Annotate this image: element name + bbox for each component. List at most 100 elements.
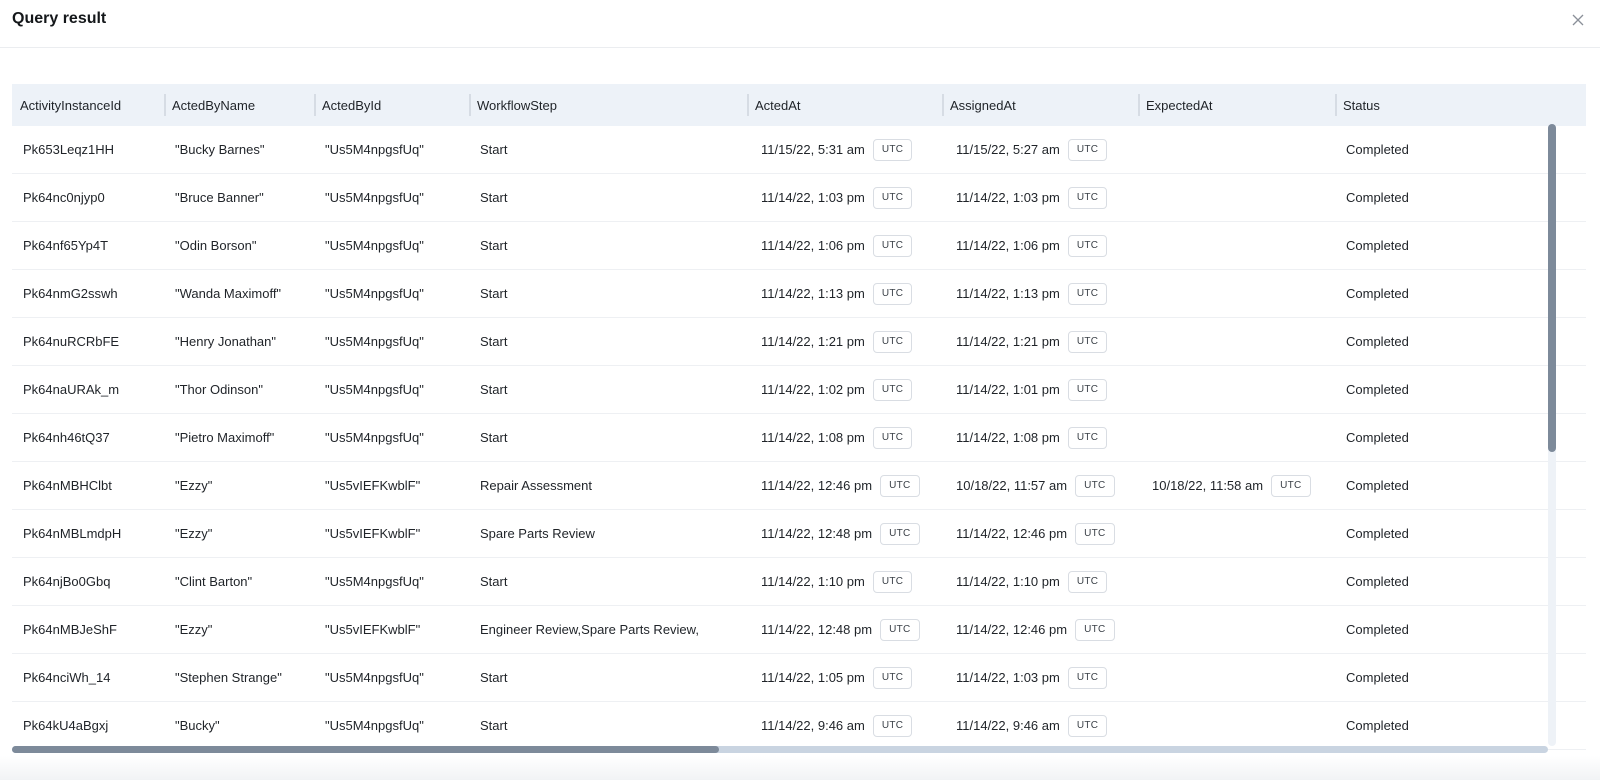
timezone-badge: UTC — [872, 570, 913, 593]
cell-assigned-at: 11/14/22, 1:08 pm UTC — [942, 414, 1138, 461]
horizontal-scrollbar[interactable] — [12, 746, 1548, 753]
table-row[interactable]: Pk64nciWh_14 "Stephen Strange" "Us5M4npgsf… — [12, 654, 1586, 702]
date-value: 10/18/22, 11:58 am — [1152, 478, 1264, 493]
table-row[interactable]: Pk64nMBHClbt "Ezzy" "Us5vIEFKwblF" Repair A… — [12, 462, 1586, 510]
timezone-badge: UTC — [880, 522, 920, 545]
cell-acted-at: 11/14/22, 12:46 pm UTC — [747, 462, 942, 509]
cell-expected-at — [1138, 174, 1335, 221]
column-header-workflowstep[interactable]: WorkflowStep — [469, 84, 747, 126]
cell-acted-by-name: "Ezzy" — [175, 622, 213, 637]
date-value: 11/14/22, 9:46 am — [761, 718, 865, 733]
cell-activity-instance-id: Pk64nciWh_14 — [23, 670, 111, 685]
cell-acted-by-name: "Stephen Strange" — [175, 670, 282, 685]
date-value: 11/14/22, 12:46 pm — [956, 526, 1068, 541]
timezone-badge: UTC — [1067, 714, 1108, 737]
cell-expected-at — [1138, 318, 1335, 365]
cell-acted-by-id: "Us5M4npgsfUq" — [325, 574, 424, 589]
timezone-badge: UTC — [1067, 666, 1108, 689]
cell-activity-instance-id: Pk64nuRCRbFE — [23, 334, 120, 349]
cell-assigned-at: 11/14/22, 1:06 pm UTC — [942, 222, 1138, 269]
column-header-expectedat[interactable]: ExpectedAt — [1138, 84, 1335, 126]
table-row[interactable]: Pk653Leqz1HH "Bucky Barnes" "Us5M4npgsfUq"… — [12, 126, 1586, 174]
cell-acted-by-name: "Bruce Banner" — [175, 190, 264, 205]
table-row[interactable]: Pk64naURAk_m "Thor Odinson" "Us5M4npgsfUq"… — [12, 366, 1586, 414]
table-row[interactable]: Pk64njBo0Gbq "Clint Barton" "Us5M4npgsfUq"… — [12, 558, 1586, 606]
date-value: 10/18/22, 11:57 am — [956, 478, 1068, 493]
table-header: ActivityInstanceId ActedByName ActedById… — [12, 84, 1586, 126]
table-row[interactable]: Pk64nc0njyp0 "Bruce Banner" "Us5M4npgsfUq"… — [12, 174, 1586, 222]
cell-acted-by-id: "Us5M4npgsfUq" — [325, 142, 424, 157]
cell-expected-at — [1138, 702, 1335, 749]
vertical-scrollbar-thumb[interactable] — [1548, 124, 1556, 452]
cell-acted-by-name: "Bucky Barnes" — [175, 142, 265, 157]
cell-acted-by-id: "Us5vIEFKwblF" — [325, 622, 421, 637]
timezone-badge: UTC — [1271, 474, 1311, 497]
cell-acted-by-name: "Wanda Maximoff" — [175, 286, 282, 301]
cell-assigned-at: 11/14/22, 1:21 pm UTC — [942, 318, 1138, 365]
cell-activity-instance-id: Pk64njBo0Gbq — [23, 574, 111, 589]
date-value: 11/14/22, 12:46 pm — [956, 622, 1068, 637]
cell-workflow-step: Spare Parts Review — [480, 526, 595, 541]
footer-shade — [0, 756, 1600, 780]
cell-workflow-step: Start — [480, 670, 508, 685]
modal-title: Query result — [12, 10, 107, 27]
date-value: 11/14/22, 1:10 pm — [956, 574, 1060, 589]
table-row[interactable]: Pk64nMBLmdpH "Ezzy" "Us5vIEFKwblF" Spare Pa… — [12, 510, 1586, 558]
cell-activity-instance-id: Pk64nMBLmdpH — [23, 526, 122, 541]
cell-acted-at: 11/14/22, 12:48 pm UTC — [747, 606, 942, 653]
cell-workflow-step: Start — [480, 238, 508, 253]
timezone-badge: UTC — [1075, 474, 1115, 497]
cell-assigned-at: 11/14/22, 1:03 pm UTC — [942, 654, 1138, 701]
cell-workflow-step: Start — [480, 430, 508, 445]
cell-acted-at: 11/15/22, 5:31 am UTC — [747, 126, 942, 173]
table-row[interactable]: Pk64nuRCRbFE "Henry Jonathan" "Us5M4npgsfU… — [12, 318, 1586, 366]
date-value: 11/14/22, 12:48 pm — [761, 622, 873, 637]
table-row[interactable]: Pk64nmG2sswh "Wanda Maximoff" "Us5M4npgsfU… — [12, 270, 1586, 318]
timezone-badge: UTC — [872, 186, 913, 209]
column-header-assignedat[interactable]: AssignedAt — [942, 84, 1138, 126]
column-header-actedbyid[interactable]: ActedById — [314, 84, 469, 126]
cell-acted-at: 11/14/22, 1:21 pm UTC — [747, 318, 942, 365]
cell-acted-at: 11/14/22, 9:46 am UTC — [747, 702, 942, 749]
date-value: 11/14/22, 1:01 pm — [956, 382, 1060, 397]
close-button[interactable] — [1568, 10, 1588, 30]
column-header-activityinstanceid[interactable]: ActivityInstanceId — [12, 84, 164, 126]
cell-assigned-at: 11/14/22, 1:13 pm UTC — [942, 270, 1138, 317]
date-value: 11/14/22, 1:21 pm — [761, 334, 865, 349]
cell-expected-at — [1138, 222, 1335, 269]
date-value: 11/14/22, 1:10 pm — [761, 574, 865, 589]
cell-acted-by-name: "Henry Jonathan" — [175, 334, 277, 349]
table-row[interactable]: Pk64nf65Yp4T "Odin Borson" "Us5M4npgsfUq" S… — [12, 222, 1586, 270]
cell-expected-at: 10/18/22, 11:58 am UTC — [1138, 462, 1335, 509]
modal-header: Query result — [0, 0, 1600, 48]
date-value: 11/14/22, 1:02 pm — [761, 382, 865, 397]
date-value: 11/14/22, 1:06 pm — [956, 238, 1060, 253]
horizontal-scrollbar-thumb[interactable] — [12, 746, 719, 753]
vertical-scrollbar[interactable] — [1548, 124, 1556, 746]
timezone-badge: UTC — [1067, 378, 1108, 401]
cell-assigned-at: 11/15/22, 5:27 am UTC — [942, 126, 1138, 173]
table-row[interactable]: Pk64kU4aBgxj "Bucky" "Us5M4npgsfUq" Start 11… — [12, 702, 1586, 750]
timezone-badge: UTC — [1067, 330, 1108, 353]
table-body: Pk653Leqz1HH "Bucky Barnes" "Us5M4npgsfUq"… — [12, 126, 1586, 750]
timezone-badge: UTC — [872, 714, 913, 737]
cell-workflow-step: Start — [480, 574, 508, 589]
table-row[interactable]: Pk64nMBJeShF "Ezzy" "Us5vIEFKwblF" Engineer… — [12, 606, 1586, 654]
cell-activity-instance-id: Pk653Leqz1HH — [23, 142, 115, 157]
column-header-status[interactable]: Status — [1335, 84, 1586, 126]
timezone-badge: UTC — [872, 666, 913, 689]
cell-acted-by-id: "Us5M4npgsfUq" — [325, 286, 424, 301]
date-value: 11/14/22, 12:46 pm — [761, 478, 873, 493]
cell-acted-by-id: "Us5M4npgsfUq" — [325, 190, 424, 205]
table-row[interactable]: Pk64nh46tQ37 "Pietro Maximoff" "Us5M4npgsf… — [12, 414, 1586, 462]
cell-activity-instance-id: Pk64naURAk_m — [23, 382, 120, 397]
column-header-actedat[interactable]: ActedAt — [747, 84, 942, 126]
date-value: 11/14/22, 1:13 pm — [956, 286, 1060, 301]
date-value: 11/14/22, 1:13 pm — [761, 286, 865, 301]
cell-acted-by-id: "Us5M4npgsfUq" — [325, 238, 424, 253]
timezone-badge: UTC — [1075, 522, 1115, 545]
timezone-badge: UTC — [1067, 282, 1108, 305]
column-header-actedbyname[interactable]: ActedByName — [164, 84, 314, 126]
close-icon — [1572, 14, 1584, 26]
cell-acted-by-name: "Thor Odinson" — [175, 382, 263, 397]
